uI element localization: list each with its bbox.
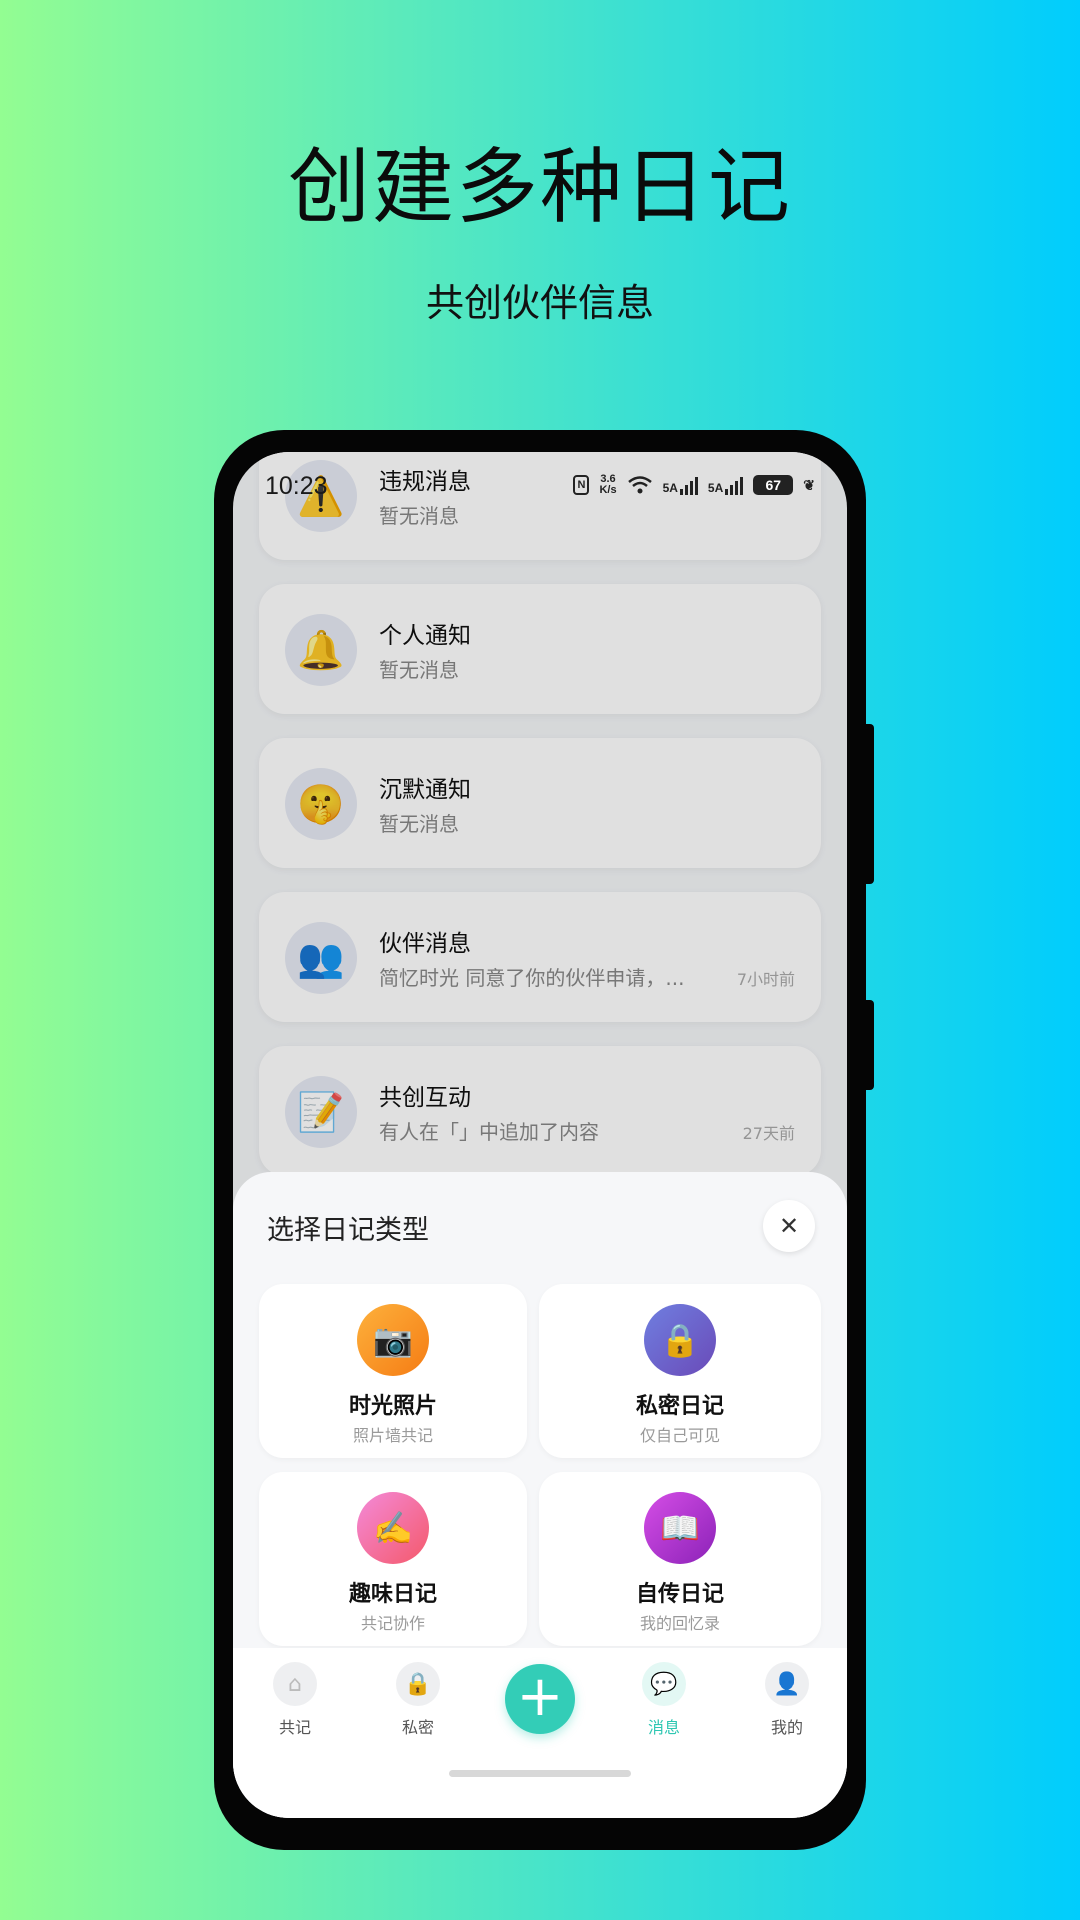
tab-shared[interactable]: ⌂ 共记	[255, 1662, 335, 1738]
option-private-diary[interactable]: 🔒 私密日记 仅自己可见	[539, 1284, 821, 1458]
power-button	[866, 1000, 874, 1090]
net-speed: 3.6 K/s	[599, 473, 617, 496]
option-autobiography[interactable]: 📖 自传日记 我的回忆录	[539, 1472, 821, 1646]
option-desc: 仅自己可见	[639, 1426, 720, 1445]
battery-icon: 67	[753, 475, 794, 495]
user-icon: 👤	[765, 1662, 809, 1706]
wifi-icon	[627, 476, 652, 494]
close-icon: ✕	[778, 1212, 800, 1240]
option-time-photo[interactable]: 📷 时光照片 照片墙共记	[259, 1284, 527, 1458]
sheet-title: 选择日记类型	[267, 1215, 429, 1246]
add-diary-button[interactable]: +	[505, 1664, 575, 1734]
option-name: 时光照片	[348, 1394, 437, 1419]
home-indicator[interactable]	[449, 1770, 631, 1777]
phone-frame: 10:23 N 3.6 K/s 5A 5A 67 ❦ ⚠️ 违规消息 暂无消息 …	[214, 430, 874, 1850]
signal-bars-icon	[725, 475, 744, 495]
bottom-tab-bar: ⌂ 共记 🔒 私密 + 💬 消息 👤 我的	[233, 1648, 847, 1818]
promo-title: 创建多种日记	[287, 140, 792, 235]
tab-label: 私密	[401, 1718, 434, 1737]
tab-label: 消息	[647, 1718, 680, 1737]
option-name: 自传日记	[635, 1582, 724, 1607]
status-icons: N 3.6 K/s 5A 5A 67 ❦	[573, 474, 815, 496]
eco-leaf-icon: ❦	[803, 476, 815, 493]
tab-mine[interactable]: 👤 我的	[747, 1662, 827, 1738]
plus-icon: +	[516, 1664, 564, 1729]
network-type-1: 5A	[662, 481, 678, 495]
option-desc: 照片墙共记	[352, 1426, 433, 1445]
promo-subtitle: 共创伙伴信息	[425, 281, 654, 325]
nfc-icon: N	[573, 475, 590, 495]
close-button[interactable]: ✕	[763, 1200, 815, 1252]
tab-label: 共记	[278, 1718, 311, 1737]
home-icon: ⌂	[273, 1662, 317, 1706]
signal-bars-icon	[679, 475, 698, 495]
option-desc: 我的回忆录	[639, 1614, 720, 1633]
chat-icon: 💬	[642, 1662, 686, 1706]
volume-button	[866, 724, 874, 884]
writing-hand-icon: ✍️	[357, 1492, 429, 1564]
tab-messages[interactable]: 💬 消息	[624, 1662, 704, 1738]
tab-label: 我的	[770, 1718, 803, 1737]
option-name: 趣味日记	[348, 1582, 437, 1607]
option-name: 私密日记	[635, 1394, 724, 1419]
status-bar: 10:23 N 3.6 K/s 5A 5A 67 ❦	[233, 452, 847, 516]
status-time: 10:23	[265, 472, 328, 500]
lock-icon: 🔒	[644, 1304, 716, 1376]
option-fun-diary[interactable]: ✍️ 趣味日记 共记协作	[259, 1472, 527, 1646]
signal-1: 5A	[663, 475, 698, 495]
camera-icon: 📷	[357, 1304, 429, 1376]
option-desc: 共记协作	[360, 1614, 425, 1633]
phone-screen: 10:23 N 3.6 K/s 5A 5A 67 ❦ ⚠️ 违规消息 暂无消息 …	[233, 452, 847, 1818]
tab-private[interactable]: 🔒 私密	[378, 1662, 458, 1738]
book-icon: 📖	[644, 1492, 716, 1564]
network-type-2: 5A	[707, 481, 724, 495]
signal-2: 5A	[707, 475, 744, 495]
lock-icon: 🔒	[396, 1662, 440, 1706]
